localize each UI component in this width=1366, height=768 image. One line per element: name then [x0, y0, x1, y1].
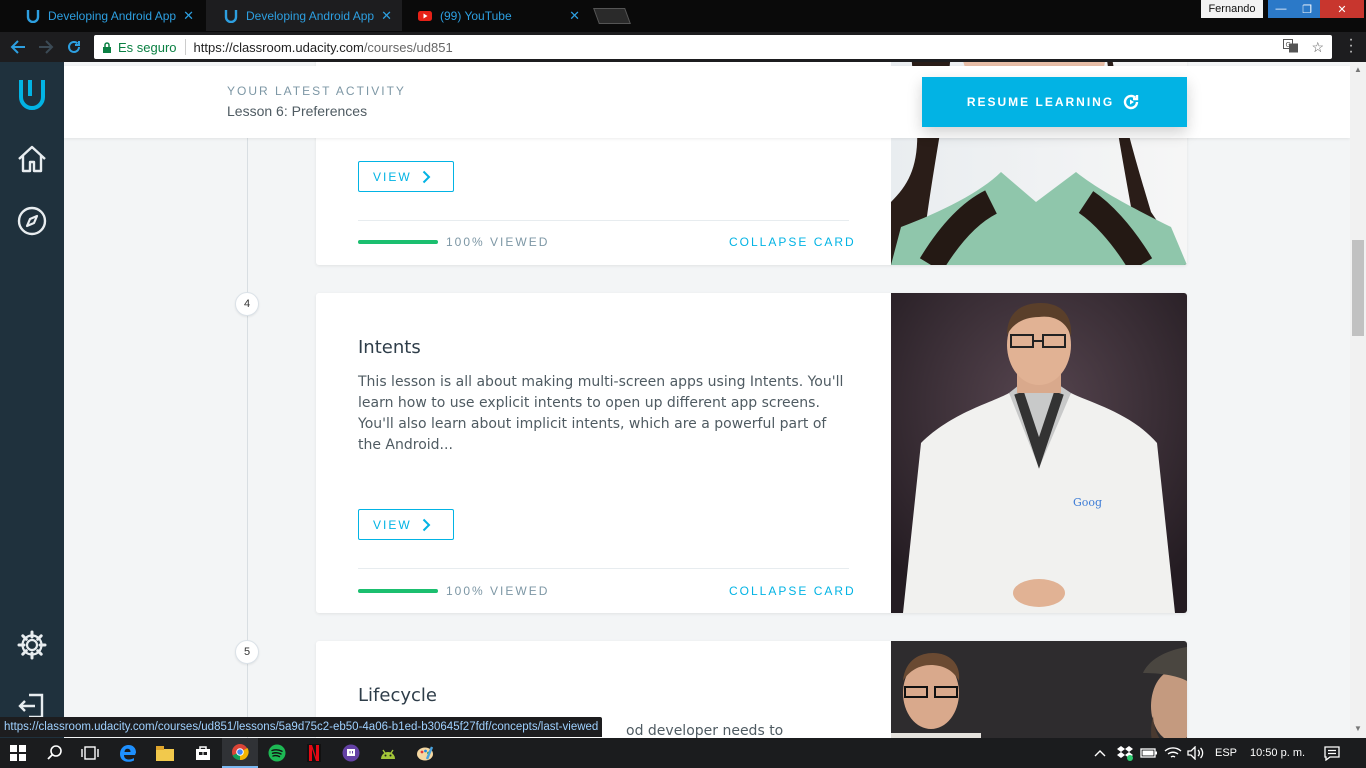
resume-learning-label: RESUME LEARNING — [966, 95, 1115, 109]
show-hidden-icons-icon[interactable] — [1094, 738, 1106, 768]
browser-tab-strip: Developing Android App ✕ Developing Andr… — [0, 0, 1366, 32]
scroll-thumb[interactable] — [1352, 240, 1364, 336]
progress-fill — [358, 240, 438, 244]
dropbox-icon[interactable] — [1116, 738, 1134, 768]
security-label: Es seguro — [118, 39, 177, 55]
sidebar — [0, 62, 64, 738]
profile-button[interactable]: Fernando — [1201, 0, 1263, 18]
close-icon[interactable]: ✕ — [381, 8, 392, 24]
windows-start-icon[interactable] — [0, 738, 36, 768]
lesson-number-badge: 4 — [235, 292, 259, 316]
action-center-icon[interactable] — [1324, 738, 1340, 768]
new-tab-button[interactable] — [593, 8, 631, 24]
window-close-icon[interactable]: ✕ — [1320, 0, 1364, 18]
settings-gear-icon[interactable] — [14, 627, 50, 663]
latest-activity-bar: YOUR LATEST ACTIVITY Lesson 6: Preferenc… — [64, 66, 1350, 138]
udacity-logo-icon[interactable] — [14, 76, 50, 112]
system-clock[interactable]: 10:50 p. m. — [1250, 738, 1305, 768]
browser-tab-active[interactable]: Developing Android App ✕ — [206, 0, 402, 31]
udacity-icon — [26, 9, 40, 23]
udacity-icon — [224, 9, 238, 23]
url-host: https://classroom.udacity.com — [193, 39, 364, 55]
minimize-icon[interactable]: — — [1268, 0, 1294, 18]
compass-icon[interactable] — [14, 203, 50, 239]
input-language[interactable]: ESP — [1215, 738, 1237, 768]
lesson-card: Intents This lesson is all about making … — [316, 293, 1187, 613]
progress-fill — [358, 589, 438, 593]
progress-text: 100% VIEWED — [446, 235, 550, 249]
menu-icon[interactable]: · · · — [1346, 32, 1356, 60]
twitch-icon[interactable] — [333, 738, 369, 768]
link-status-url: https://classroom.udacity.com/courses/ud… — [0, 717, 603, 737]
search-icon[interactable] — [37, 738, 73, 768]
lesson-instructor-photo — [891, 641, 1187, 738]
paint-icon[interactable] — [407, 738, 443, 768]
tab-title: (99) YouTube — [440, 8, 512, 23]
latest-activity-label: YOUR LATEST ACTIVITY — [227, 84, 406, 98]
close-icon[interactable]: ✕ — [183, 8, 194, 24]
view-label: VIEW — [373, 169, 412, 184]
progress-text: 100% VIEWED — [446, 584, 550, 598]
lesson-title[interactable]: Lifecycle — [358, 685, 437, 706]
volume-icon[interactable] — [1187, 738, 1205, 768]
view-button[interactable]: VIEW — [358, 509, 454, 540]
android-studio-icon[interactable] — [370, 738, 406, 768]
divider — [358, 220, 849, 221]
divider — [358, 568, 849, 569]
star-icon[interactable]: ☆ — [1311, 39, 1324, 56]
close-icon[interactable]: ✕ — [569, 8, 580, 24]
divider — [184, 39, 186, 55]
tab-title: Developing Android App — [48, 8, 177, 23]
netflix-icon[interactable] — [296, 738, 332, 768]
page-viewport: YOUR LATEST ACTIVITY Lesson 6: Preferenc… — [0, 62, 1350, 738]
lock-icon — [102, 41, 112, 53]
collapse-card-link[interactable]: COLLAPSE CARD — [729, 584, 856, 598]
browser-tab[interactable]: Developing Android App ✕ — [8, 0, 204, 31]
chevron-right-icon — [422, 170, 431, 184]
wifi-icon[interactable] — [1164, 738, 1182, 768]
windows-taskbar: ESP 10:50 p. m. — [0, 738, 1366, 768]
collapse-card-link[interactable]: COLLAPSE CARD — [729, 235, 856, 249]
svg-text:Goog: Goog — [1073, 496, 1102, 509]
url-path: /courses/ud851 — [363, 39, 453, 55]
forward-arrow-icon[interactable] — [36, 37, 56, 57]
tab-title: Developing Android App — [246, 8, 375, 23]
lesson-description: This lesson is all about making multi-sc… — [358, 374, 844, 453]
chevron-right-icon — [422, 518, 431, 532]
latest-lesson-link[interactable]: Lesson 6: Preferences — [227, 103, 367, 119]
progress-bar — [358, 240, 438, 244]
progress-bar — [358, 589, 438, 593]
view-label: VIEW — [373, 517, 412, 532]
lesson-title[interactable]: Intents — [358, 337, 421, 358]
lesson-number-badge: 5 — [235, 640, 259, 664]
scroll-up-icon[interactable]: ▲ — [1353, 65, 1363, 75]
svg-text:G: G — [1286, 41, 1291, 49]
home-icon[interactable] — [14, 141, 50, 177]
page-scrollbar[interactable]: ▲ ▼ — [1350, 62, 1366, 738]
lesson-description: od developer needs to — [626, 723, 784, 738]
reload-icon[interactable] — [64, 37, 84, 57]
browser-tab[interactable]: (99) YouTube ✕ — [400, 0, 590, 31]
view-button[interactable]: VIEW — [358, 161, 454, 192]
battery-icon[interactable] — [1140, 738, 1158, 768]
edge-icon[interactable] — [110, 738, 146, 768]
spotify-icon[interactable] — [259, 738, 295, 768]
restore-icon[interactable]: ❐ — [1294, 0, 1320, 18]
back-arrow-icon[interactable] — [8, 37, 28, 57]
scroll-down-icon[interactable]: ▼ — [1353, 724, 1363, 734]
resume-learning-button[interactable]: RESUME LEARNING — [922, 77, 1187, 127]
translate-icon[interactable]: G — [1283, 39, 1299, 56]
store-icon[interactable] — [185, 738, 221, 768]
refresh-icon — [1122, 93, 1142, 111]
youtube-icon — [418, 9, 432, 23]
task-view-icon[interactable] — [72, 738, 108, 768]
lesson-instructor-photo: Goog — [891, 293, 1187, 613]
chrome-icon[interactable] — [222, 738, 258, 768]
file-explorer-icon[interactable] — [147, 738, 183, 768]
address-bar[interactable]: Es seguro https://classroom.udacity.com /… — [94, 35, 1332, 59]
